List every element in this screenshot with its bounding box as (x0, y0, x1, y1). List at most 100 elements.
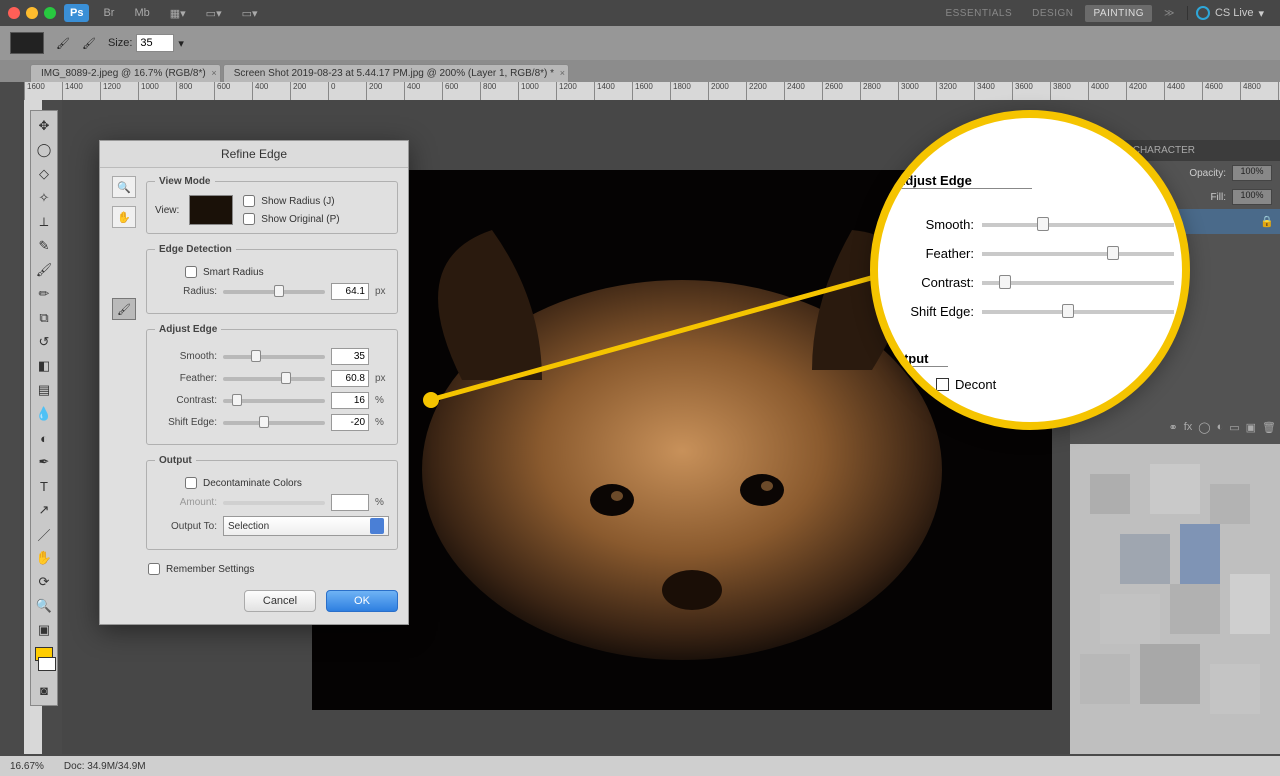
eyedropper-icon[interactable]: ✎ (33, 235, 55, 257)
mask-icon[interactable]: ◯ (1198, 421, 1210, 434)
menu-item[interactable]: ▦▾ (164, 4, 192, 23)
more-workspaces-icon[interactable]: ≫ (1156, 5, 1183, 22)
brush-tool-icon[interactable]: 🖌 (33, 259, 55, 281)
remember-checkbox[interactable] (148, 563, 160, 575)
output-group: Output Decontaminate Colors Amount:% Out… (146, 455, 398, 550)
document-tab[interactable]: Screen Shot 2019-08-23 at 5.44.17 PM.jpg… (223, 64, 569, 82)
lasso-tool-icon[interactable]: ◯ (33, 139, 55, 161)
view-thumbnail[interactable] (189, 195, 233, 225)
callout-header: Adjust Edge (896, 173, 1032, 189)
size-dropdown-icon[interactable]: ▾ (178, 37, 184, 50)
show-radius-label: Show Radius (J) (261, 196, 334, 207)
cs-live[interactable]: CS Live▾ (1187, 6, 1272, 20)
opacity-label: Opacity: (1189, 168, 1226, 179)
opacity-value[interactable]: 100% (1232, 165, 1272, 181)
feather-slider[interactable] (223, 377, 325, 381)
remember-label: Remember Settings (166, 564, 254, 575)
amount-input (331, 494, 369, 511)
tool-preset[interactable] (10, 32, 44, 54)
options-bar: 🖌 🖌 Size: ▾ (0, 26, 1280, 60)
dialog-title: Refine Edge (100, 141, 408, 168)
menu-item[interactable]: ▭▾ (200, 4, 228, 23)
document-tab[interactable]: IMG_8089-2.jpeg @ 16.7% (RGB/8*)× (30, 64, 221, 82)
workspace-design[interactable]: DESIGN (1024, 5, 1081, 22)
tab-label: Screen Shot 2019-08-23 at 5.44.17 PM.jpg… (234, 68, 554, 79)
adjust-icon[interactable]: ◐ (1217, 421, 1224, 434)
radius-slider[interactable] (223, 290, 325, 294)
line-tool-icon[interactable]: ／ (33, 523, 55, 545)
wand-tool-icon[interactable]: ✧ (33, 187, 55, 209)
hand-tool-icon[interactable]: ✋ (112, 206, 136, 228)
link-icon[interactable]: ⚭ (1168, 421, 1177, 434)
menu-item[interactable]: Mb (128, 4, 155, 22)
move-tool-icon[interactable]: ✥ (33, 115, 55, 137)
mask-tool-icon[interactable]: ▣ (33, 619, 55, 641)
smooth-slider[interactable] (223, 355, 325, 359)
smart-radius-label: Smart Radius (203, 267, 264, 278)
show-original-checkbox[interactable] (243, 213, 255, 225)
cs-live-icon (1196, 6, 1210, 20)
blur-tool-icon[interactable]: 💧 (33, 403, 55, 425)
hand-tool-icon[interactable]: ✋ (33, 547, 55, 569)
size-input[interactable] (136, 34, 174, 52)
close-window[interactable] (8, 7, 20, 19)
close-icon[interactable]: × (211, 68, 216, 78)
horizontal-ruler: 1600140012001000800600400200020040060080… (24, 82, 1280, 100)
history-brush-icon[interactable]: ↺ (33, 331, 55, 353)
workspace-essentials[interactable]: ESSENTIALS (937, 5, 1020, 22)
pen-tool-icon[interactable]: ✒ (33, 451, 55, 473)
zoom-tool-icon[interactable]: 🔍 (33, 595, 55, 617)
dodge-tool-icon[interactable]: ◐ (33, 427, 55, 449)
contrast-label: Contrast: (155, 395, 217, 406)
toolbox: ✥ ◯ ◇ ✧ ⟂ ✎ 🖌 ✏ ⧉ ↺ ◧ ▤ 💧 ◐ ✒ T ↗ ／ ✋ ⟳ … (30, 110, 58, 706)
gradient-tool-icon[interactable]: ▤ (33, 379, 55, 401)
smart-radius-checkbox[interactable] (185, 266, 197, 278)
legend: Edge Detection (155, 244, 236, 255)
decontaminate-checkbox[interactable] (185, 477, 197, 489)
menu-item[interactable]: ▭▾ (236, 4, 264, 23)
show-radius-checkbox[interactable] (243, 195, 255, 207)
brush-icon[interactable]: 🖌 (82, 37, 96, 50)
workspace-painting[interactable]: PAINTING (1085, 5, 1151, 22)
radius-input[interactable] (331, 283, 369, 300)
refine-brush-icon[interactable]: 🖌 (112, 298, 136, 320)
contrast-slider[interactable] (223, 399, 325, 403)
trash-icon[interactable]: 🗑 (1262, 421, 1276, 434)
path-tool-icon[interactable]: ↗ (33, 499, 55, 521)
zoom-window[interactable] (44, 7, 56, 19)
background-swatch[interactable] (38, 657, 56, 671)
refine-edge-dialog: Refine Edge 🔍 ✋ 🖌 View Mode View: Show R… (99, 140, 409, 625)
zoom-tool-icon[interactable]: 🔍 (112, 176, 136, 198)
smooth-input[interactable] (331, 348, 369, 365)
outputto-label: Output To: (155, 521, 217, 532)
minimize-window[interactable] (26, 7, 38, 19)
menu-item[interactable]: Br (97, 4, 120, 22)
quickmask-icon[interactable]: ◙ (33, 679, 55, 701)
brush-icon[interactable]: 🖌 (56, 37, 70, 50)
cancel-button[interactable]: Cancel (244, 590, 316, 612)
ok-button[interactable]: OK (326, 590, 398, 612)
stamp-tool-icon[interactable]: ⧉ (33, 307, 55, 329)
fill-value[interactable]: 100% (1232, 189, 1272, 205)
c-shift-label: Shift Edge: (896, 304, 974, 319)
feather-label: Feather: (155, 373, 217, 384)
rotate-tool-icon[interactable]: ⟳ (33, 571, 55, 593)
lasso-poly-icon[interactable]: ◇ (33, 163, 55, 185)
type-tool-icon[interactable]: T (33, 475, 55, 497)
zoom-level[interactable]: 16.67% (10, 761, 44, 772)
contrast-input[interactable] (331, 392, 369, 409)
crop-tool-icon[interactable]: ⟂ (33, 211, 55, 233)
shift-input[interactable] (331, 414, 369, 431)
feather-input[interactable] (331, 370, 369, 387)
close-icon[interactable]: × (560, 68, 565, 78)
decon-label: Decontaminate Colors (203, 478, 302, 489)
new-icon[interactable]: ▣ (1246, 421, 1256, 434)
shift-slider[interactable] (223, 421, 325, 425)
output-to-select[interactable]: Selection (223, 516, 389, 536)
c-smooth-slider (982, 223, 1174, 227)
fx-icon[interactable]: fx (1184, 421, 1193, 434)
folder-icon[interactable]: ▭ (1229, 421, 1239, 434)
size-label: Size: (108, 37, 132, 49)
eraser-tool-icon[interactable]: ◧ (33, 355, 55, 377)
pencil-tool-icon[interactable]: ✏ (33, 283, 55, 305)
